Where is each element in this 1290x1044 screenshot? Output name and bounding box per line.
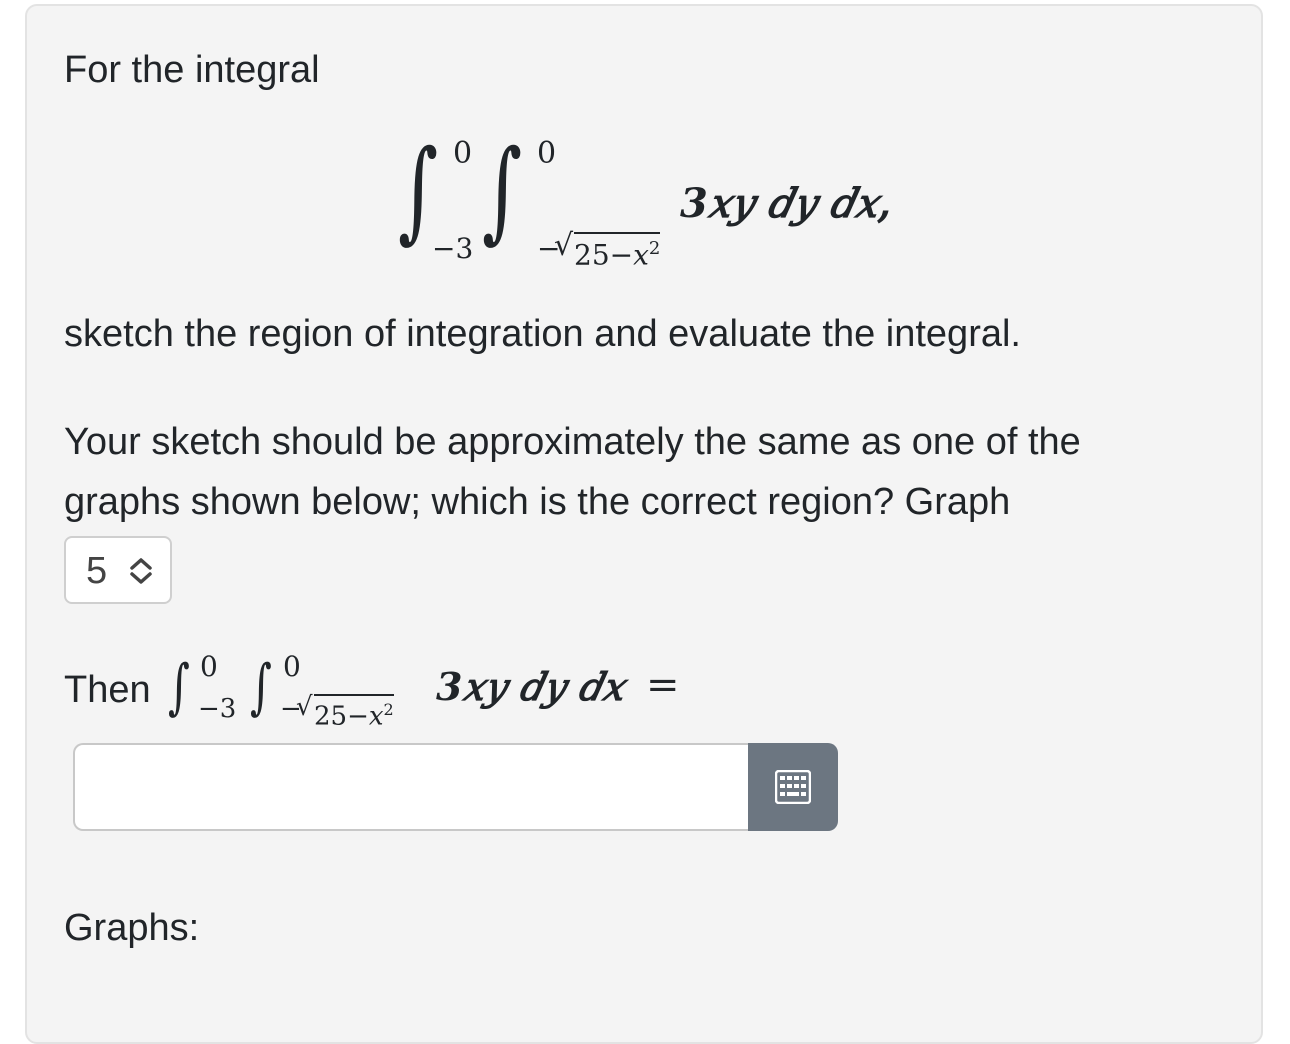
integrand: 3𝑥𝑦 𝑑𝑦 𝑑𝑥,: [680, 180, 892, 227]
equals-sign: =: [646, 662, 680, 708]
inner-integral-sign: ∫: [482, 126, 523, 254]
then-inner-upper-limit: 0: [283, 650, 301, 683]
intro-text: For the integral: [64, 49, 320, 91]
outer-upper-limit: 0: [453, 136, 473, 171]
then-sqrt-sign: √: [296, 692, 313, 722]
inner-lower-radicand: 25−𝑥2: [574, 232, 661, 270]
outer-lower-limit: −3: [432, 232, 474, 265]
inner-upper-limit: 0: [537, 136, 557, 171]
keypad-grid-icon: [775, 770, 811, 804]
graphs-label: Graphs:: [64, 907, 200, 949]
instruction-text: sketch the region of integration and eva…: [64, 313, 1021, 355]
then-outer-integral-sign: ∫: [168, 652, 190, 722]
graph-prompt-line2: graphs shown below; which is the correct…: [64, 481, 1011, 523]
graph-select[interactable]: 5: [64, 536, 172, 604]
then-outer-upper-limit: 0: [200, 650, 218, 683]
graph-select-value: 5: [86, 550, 108, 592]
then-label: Then: [64, 669, 151, 711]
answer-input[interactable]: [73, 743, 753, 831]
chevron-up-down-icon: [130, 558, 152, 584]
then-outer-lower-limit: −3: [198, 694, 237, 724]
keypad-button[interactable]: [748, 743, 838, 831]
then-integrand: 3𝑥𝑦 𝑑𝑦 𝑑𝑥: [436, 664, 624, 709]
then-inner-lower-radicand: 25−𝑥2: [314, 694, 394, 731]
graph-prompt-line1: Your sketch should be approximately the …: [64, 421, 1081, 463]
sqrt-sign: √: [554, 228, 574, 263]
then-inner-integral-sign: ∫: [250, 652, 272, 722]
